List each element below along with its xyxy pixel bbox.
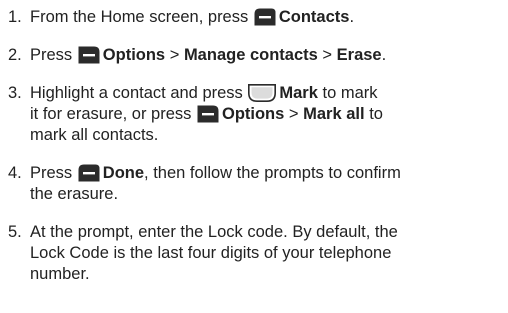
step-line: Press Options > Manage contacts > Erase. [30, 45, 504, 66]
step-text: to [369, 105, 383, 123]
step-text: , then follow the prompts to confirm [144, 164, 401, 182]
step-line: it for erasure, or press Options > Mark … [30, 104, 504, 125]
menu-separator: > [169, 46, 180, 64]
softkey-label: Done [102, 164, 145, 182]
step-1: 1. From the Home screen, press Contacts. [8, 7, 504, 28]
softkey-label: Options [102, 46, 166, 64]
menu-separator: > [288, 105, 299, 123]
step-line: number. [30, 265, 90, 283]
menu-path-item: Erase [336, 46, 382, 64]
step-number: 3. [8, 84, 22, 102]
step-line: At the prompt, enter the Lock code. By d… [30, 223, 398, 241]
instruction-steps: 1. From the Home screen, press Contacts.… [8, 7, 504, 285]
step-line: Highlight a contact and press Mark to ma… [30, 83, 504, 104]
step-2: 2. Press Options > Manage contacts > Era… [8, 45, 504, 66]
right-softkey-icon [197, 105, 219, 123]
step-text: Press [30, 164, 73, 182]
step-line: Press Done, then follow the prompts to c… [30, 163, 504, 184]
step-line: Lock Code is the last four digits of you… [30, 244, 392, 262]
step-text: to mark [322, 84, 378, 102]
step-text: Highlight a contact and press [30, 84, 243, 102]
step-text: . [381, 46, 387, 64]
step-text: it for erasure, or press [30, 105, 192, 123]
step-number: 2. [8, 46, 22, 64]
menu-path-item: Mark all [303, 105, 365, 123]
menu-separator: > [322, 46, 333, 64]
softkey-label: Options [221, 105, 285, 123]
step-number: 4. [8, 164, 22, 182]
step-text: Press [30, 46, 73, 64]
left-softkey-icon [78, 164, 100, 182]
step-text: From the Home screen, press [30, 8, 249, 26]
step-line: From the Home screen, press Contacts. [30, 7, 504, 28]
step-5: 5. At the prompt, enter the Lock code. B… [8, 222, 504, 285]
menu-path-item: Manage contacts [183, 46, 318, 64]
step-4: 4. Press Done, then follow the prompts t… [8, 163, 504, 205]
step-text: . [349, 8, 355, 26]
softkey-label: Contacts [278, 8, 350, 26]
step-line: mark all contacts. [30, 126, 159, 144]
instruction-page: { "steps": [ { "num": "1.", "pre": "From… [0, 0, 508, 313]
step-number: 5. [8, 223, 22, 241]
right-softkey-icon [78, 46, 100, 64]
center-select-key-icon [248, 84, 277, 102]
left-softkey-icon [254, 8, 276, 26]
step-number: 1. [8, 8, 22, 26]
step-line: the erasure. [30, 185, 119, 203]
key-label: Mark [279, 84, 318, 102]
step-3: 3. Highlight a contact and press Mark to… [8, 83, 504, 146]
